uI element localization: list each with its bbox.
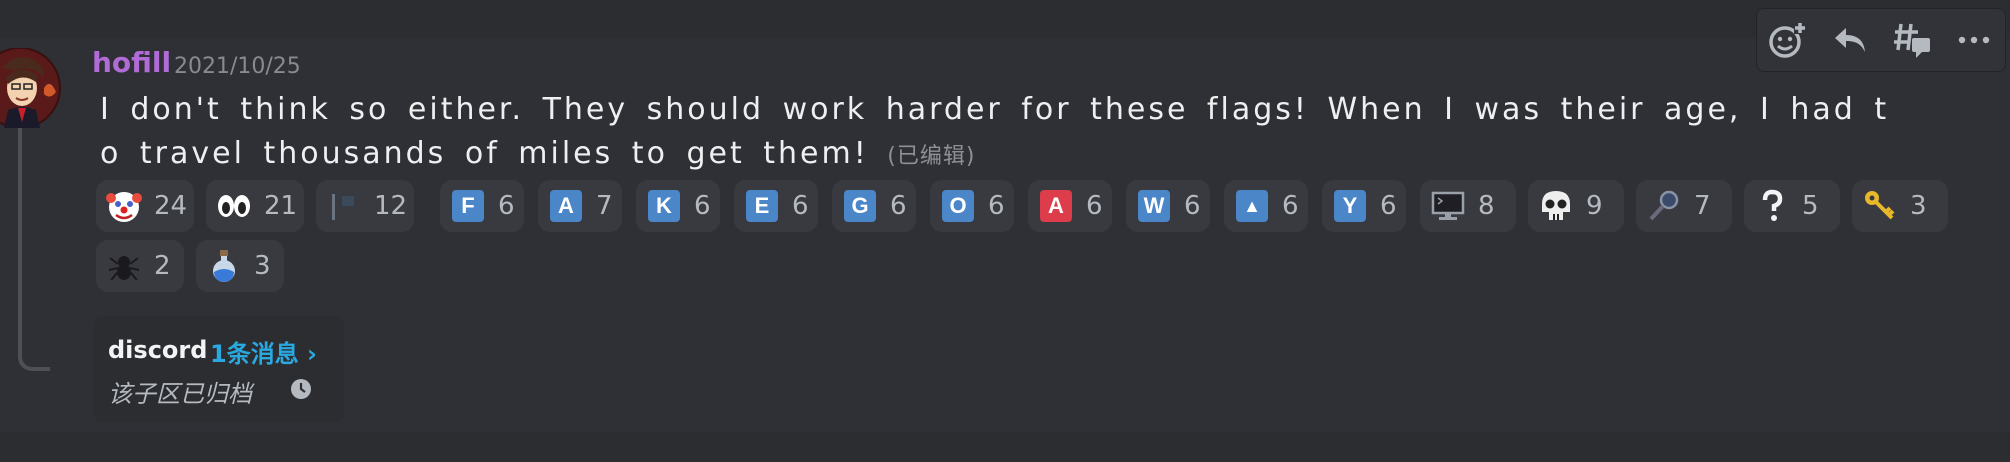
reaction-count: 6 bbox=[1184, 191, 1201, 221]
spider-icon bbox=[104, 246, 144, 286]
clown-face-icon bbox=[104, 186, 144, 226]
letter-w-icon: W bbox=[1134, 186, 1174, 226]
reaction-count: 6 bbox=[1380, 191, 1397, 221]
letter-e-icon: E bbox=[742, 186, 782, 226]
triangle-tile: ▲ bbox=[1236, 190, 1268, 222]
reaction-flag[interactable]: 12 bbox=[316, 180, 414, 232]
reaction-count: 21 bbox=[264, 191, 298, 221]
letter-w-tile: W bbox=[1138, 190, 1170, 222]
triangle-icon: ▲ bbox=[1232, 186, 1272, 226]
reaction-count: 6 bbox=[792, 191, 809, 221]
reply-icon bbox=[1835, 28, 1865, 52]
message-line-1: I don't think so either. They should wor… bbox=[100, 92, 1890, 127]
reaction-count: 3 bbox=[254, 251, 271, 281]
reaction-count: 6 bbox=[988, 191, 1005, 221]
letter-f-icon: F bbox=[448, 186, 488, 226]
timestamp[interactable]: 2021/10/25 bbox=[174, 54, 301, 79]
eyes-icon bbox=[214, 186, 254, 226]
reaction-count: 6 bbox=[694, 191, 711, 221]
edited-label: (已编辑) bbox=[887, 144, 976, 169]
reaction-count: 2 bbox=[154, 251, 171, 281]
potion-icon bbox=[204, 246, 244, 286]
letter-a-red-icon: A bbox=[1036, 186, 1076, 226]
magnifier-icon bbox=[1644, 186, 1684, 226]
thread-name[interactable]: discord bbox=[108, 336, 207, 364]
clock-icon bbox=[291, 379, 311, 399]
reaction-count: 6 bbox=[1086, 191, 1103, 221]
reaction-letter-k[interactable]: K 6 bbox=[636, 180, 720, 232]
letter-a-icon: A bbox=[546, 186, 586, 226]
thread-archived-status: 该子区已归档 bbox=[108, 380, 252, 408]
next-message-area bbox=[0, 432, 2010, 462]
flag-icon bbox=[324, 186, 364, 226]
previous-message-area bbox=[0, 0, 2010, 38]
reaction-count: 3 bbox=[1910, 191, 1927, 221]
reaction-count: 6 bbox=[890, 191, 907, 221]
reaction-count: 6 bbox=[1282, 191, 1299, 221]
reaction-letter-f[interactable]: F 6 bbox=[440, 180, 524, 232]
reaction-skull[interactable]: 9 bbox=[1528, 180, 1624, 232]
key-icon bbox=[1860, 186, 1900, 226]
reaction-letter-a-red[interactable]: A 6 bbox=[1028, 180, 1112, 232]
reaction-letter-a[interactable]: A 7 bbox=[538, 180, 622, 232]
reaction-letter-w[interactable]: W 6 bbox=[1126, 180, 1210, 232]
thread-icon bbox=[1894, 23, 1930, 58]
letter-o-tile: O bbox=[942, 190, 974, 222]
reaction-count: 6 bbox=[498, 191, 515, 221]
reaction-count: 7 bbox=[596, 191, 613, 221]
computer-icon bbox=[1428, 186, 1468, 226]
reaction-computer[interactable]: 8 bbox=[1420, 180, 1516, 232]
thread-message-count-link[interactable]: 1条消息 › bbox=[210, 334, 317, 369]
reaction-letter-e[interactable]: E 6 bbox=[734, 180, 818, 232]
reaction-count: 8 bbox=[1478, 191, 1495, 221]
letter-k-tile: K bbox=[648, 190, 680, 222]
letter-a-red-tile: A bbox=[1040, 190, 1072, 222]
reaction-count: 12 bbox=[374, 191, 408, 221]
add-reaction-button[interactable] bbox=[1757, 9, 1819, 71]
reaction-letter-o[interactable]: O 6 bbox=[930, 180, 1014, 232]
create-thread-button[interactable] bbox=[1881, 9, 1943, 71]
skull-icon bbox=[1536, 186, 1576, 226]
reaction-question[interactable]: 5 bbox=[1744, 180, 1840, 232]
reaction-count: 9 bbox=[1586, 191, 1603, 221]
reaction-eyes[interactable]: 21 bbox=[206, 180, 304, 232]
letter-e-tile: E bbox=[746, 190, 778, 222]
thread-connector-line bbox=[18, 128, 50, 371]
letter-f-tile: F bbox=[452, 190, 484, 222]
letter-g-tile: G bbox=[844, 190, 876, 222]
message-line-2-text: o travel thousands of miles to get them! bbox=[100, 136, 869, 171]
letter-o-icon: O bbox=[938, 186, 978, 226]
letter-a-tile: A bbox=[550, 190, 582, 222]
reaction-count: 24 bbox=[154, 191, 188, 221]
reaction-count: 5 bbox=[1802, 191, 1819, 221]
username[interactable]: hofill bbox=[92, 46, 171, 79]
avatar-image bbox=[0, 48, 61, 128]
reaction-triangle[interactable]: ▲ 6 bbox=[1224, 180, 1308, 232]
discord-message-view: hofill 2021/10/25 I don't think so eithe… bbox=[0, 0, 2010, 462]
reaction-key[interactable]: 3 bbox=[1852, 180, 1948, 232]
reply-button[interactable] bbox=[1819, 9, 1881, 71]
message-content: I don't think so either. They should wor… bbox=[100, 88, 1940, 179]
more-icon bbox=[1958, 36, 1990, 44]
letter-y-icon: Y bbox=[1330, 186, 1370, 226]
more-button[interactable] bbox=[1943, 9, 2005, 71]
message-line-2: o travel thousands of miles to get them!… bbox=[100, 132, 1940, 179]
letter-g-icon: G bbox=[840, 186, 880, 226]
question-icon bbox=[1752, 186, 1792, 226]
reaction-letter-y[interactable]: Y 6 bbox=[1322, 180, 1406, 232]
reaction-spider[interactable]: 2 bbox=[96, 240, 184, 292]
letter-y-tile: Y bbox=[1334, 190, 1366, 222]
message-toolbar bbox=[1756, 8, 2006, 72]
add-reaction-icon bbox=[1769, 22, 1806, 58]
reaction-count: 7 bbox=[1694, 191, 1711, 221]
letter-k-icon: K bbox=[644, 186, 684, 226]
reaction-magnifier[interactable]: 7 bbox=[1636, 180, 1732, 232]
reaction-letter-g[interactable]: G 6 bbox=[832, 180, 916, 232]
thread-card[interactable]: discord 1条消息 › 该子区已归档 bbox=[94, 316, 344, 422]
avatar[interactable] bbox=[0, 48, 62, 128]
reaction-potion[interactable]: 3 bbox=[196, 240, 284, 292]
reaction-clown[interactable]: 24 bbox=[96, 180, 194, 232]
